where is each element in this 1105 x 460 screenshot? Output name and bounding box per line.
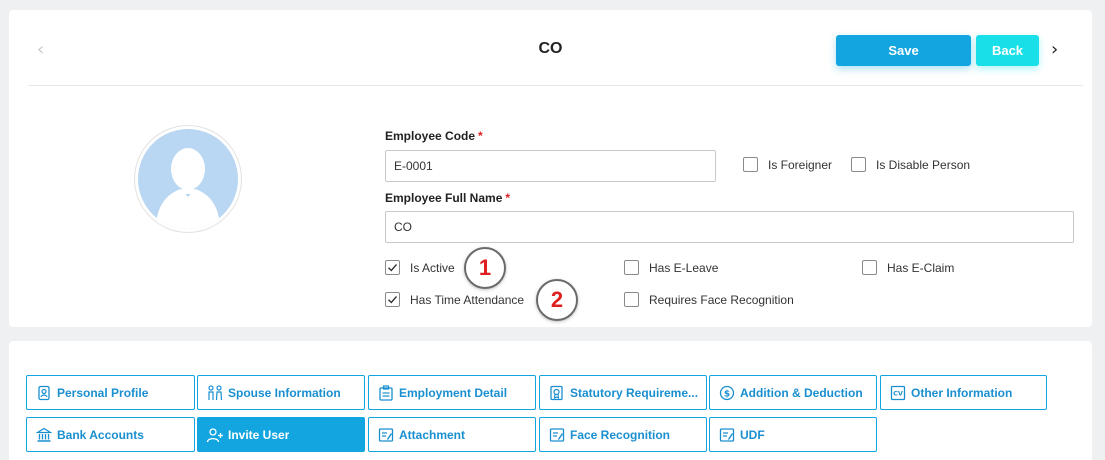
employee-code-label-text: Employee Code <box>385 129 476 143</box>
employee-header-card: ‹ CO Save Back › Employee Code* Is Forei… <box>9 10 1092 327</box>
tab-statutory-requirement[interactable]: Statutory Requireme... <box>539 375 707 410</box>
employee-tabs-card: Personal Profile Spouse Information Empl… <box>9 341 1092 460</box>
is-active-checkbox[interactable]: Is Active <box>385 260 455 275</box>
attachment-icon <box>377 426 395 444</box>
tab-face-recognition[interactable]: Face Recognition <box>539 417 707 452</box>
has-time-attendance-checkbox[interactable]: Has Time Attendance <box>385 292 524 307</box>
header-divider <box>28 85 1083 86</box>
tab-bank-accounts[interactable]: Bank Accounts <box>26 417 195 452</box>
required-mark: * <box>505 191 511 205</box>
tab-label: UDF <box>740 427 765 442</box>
is-disable-person-checkbox[interactable]: Is Disable Person <box>851 157 970 172</box>
bank-icon <box>35 426 53 444</box>
avatar[interactable] <box>134 125 242 233</box>
face-recognition-icon <box>548 426 566 444</box>
is-foreigner-label: Is Foreigner <box>768 157 833 172</box>
tab-addition-deduction[interactable]: $ Addition & Deduction <box>709 375 877 410</box>
tab-label: Statutory Requireme... <box>570 385 699 400</box>
tab-invite-user[interactable]: Invite User <box>197 417 365 452</box>
requires-face-recognition-label: Requires Face Recognition <box>649 292 794 307</box>
has-time-attendance-label: Has Time Attendance <box>410 292 525 307</box>
is-active-label: Is Active <box>410 260 455 275</box>
checkbox-box[interactable] <box>862 260 877 275</box>
checkbox-box[interactable] <box>851 157 866 172</box>
tab-label: Personal Profile <box>57 385 149 400</box>
checkbox-box[interactable] <box>624 260 639 275</box>
checkbox-box[interactable] <box>743 157 758 172</box>
employee-code-input[interactable] <box>385 150 716 182</box>
is-disable-person-label: Is Disable Person <box>876 157 971 172</box>
has-e-leave-label: Has E-Leave <box>649 260 719 275</box>
annotation-badge-2: 2 <box>536 279 578 321</box>
tab-personal-profile[interactable]: Personal Profile <box>26 375 195 410</box>
required-mark: * <box>478 129 483 143</box>
chevron-right-icon[interactable]: › <box>1051 40 1065 60</box>
check-icon <box>388 296 398 304</box>
requires-face-recognition-checkbox[interactable]: Requires Face Recognition <box>624 292 794 307</box>
tab-other-information[interactable]: CV Other Information <box>880 375 1047 410</box>
avatar-placeholder-icon <box>138 129 238 229</box>
tab-label: Other Information <box>911 385 1013 400</box>
is-foreigner-checkbox[interactable]: Is Foreigner <box>743 157 832 172</box>
couple-icon <box>206 384 224 402</box>
has-e-leave-checkbox[interactable]: Has E-Leave <box>624 260 718 275</box>
employee-full-name-input[interactable] <box>385 211 1074 243</box>
tab-label: Spouse Information <box>228 385 341 400</box>
cv-icon: CV <box>889 384 907 402</box>
header-bar: ‹ CO Save Back › <box>9 10 1092 86</box>
employee-full-name-label-text: Employee Full Name <box>385 191 503 205</box>
annotation-badge-1: 1 <box>464 247 506 289</box>
save-button[interactable]: Save <box>836 35 971 66</box>
checkbox-box-checked[interactable] <box>385 292 400 307</box>
check-icon <box>388 264 398 272</box>
add-user-icon <box>206 426 224 444</box>
checkbox-box[interactable] <box>624 292 639 307</box>
tab-label: Attachment <box>399 427 466 442</box>
tab-label: Face Recognition <box>570 427 671 442</box>
certificate-icon <box>548 384 566 402</box>
checkbox-box-checked[interactable] <box>385 260 400 275</box>
back-button[interactable]: Back <box>976 35 1039 66</box>
tab-udf[interactable]: UDF <box>709 417 877 452</box>
has-e-claim-label: Has E-Claim <box>887 260 955 275</box>
svg-text:CV: CV <box>893 389 903 397</box>
tab-attachment[interactable]: Attachment <box>368 417 536 452</box>
udf-icon <box>718 426 736 444</box>
svg-text:$: $ <box>724 389 730 399</box>
tab-label: Employment Detail <box>399 385 508 400</box>
profile-icon <box>35 384 53 402</box>
tab-label: Invite User <box>228 427 290 442</box>
briefcase-icon <box>377 384 395 402</box>
tab-label: Bank Accounts <box>57 427 144 442</box>
employee-full-name-label: Employee Full Name * <box>385 191 510 205</box>
tab-label: Addition & Deduction <box>740 385 863 400</box>
money-icon: $ <box>718 384 736 402</box>
employee-code-label: Employee Code * <box>385 129 483 143</box>
tab-employment-detail[interactable]: Employment Detail <box>368 375 536 410</box>
tab-spouse-information[interactable]: Spouse Information <box>197 375 365 410</box>
has-e-claim-checkbox[interactable]: Has E-Claim <box>862 260 954 275</box>
